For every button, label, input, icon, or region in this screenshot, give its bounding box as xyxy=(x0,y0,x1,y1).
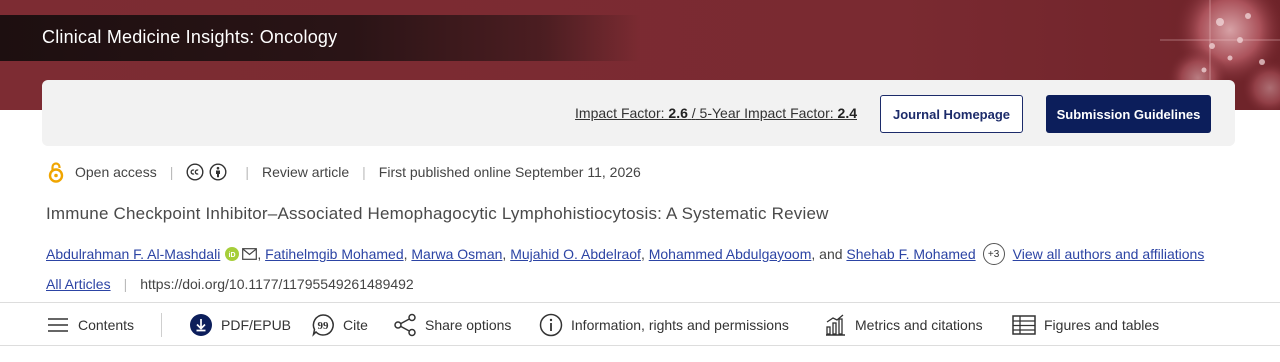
svg-text:iD: iD xyxy=(229,252,236,259)
article-meta-row: Open access | | Review article | First p… xyxy=(46,161,641,183)
information-button[interactable]: Information, rights and permissions xyxy=(539,303,789,347)
download-icon xyxy=(190,314,212,336)
meta-separator: | xyxy=(362,164,366,180)
doi-link[interactable]: https://doi.org/10.1177/1179554926148949… xyxy=(140,276,414,292)
impact-factor-label: Impact Factor: xyxy=(575,105,665,121)
meta-separator: | xyxy=(245,164,249,180)
article-type: Review article xyxy=(262,164,350,180)
share-options-button[interactable]: Share options xyxy=(393,303,511,347)
email-icon[interactable] xyxy=(242,248,258,260)
author-link[interactable]: Mujahid O. Abdelraof xyxy=(510,246,641,262)
bar-chart-icon xyxy=(826,314,845,336)
journal-title[interactable]: Clinical Medicine Insights: Oncology xyxy=(42,27,337,48)
figures-tables-label: Figures and tables xyxy=(1044,317,1160,333)
view-all-authors-link[interactable]: View all authors and affiliations xyxy=(1013,246,1205,262)
pdf-epub-label: PDF/EPUB xyxy=(221,317,292,333)
author-and-text: , and xyxy=(811,246,843,262)
impact-factor-link[interactable]: Impact Factor: 2.6 / 5-Year Impact Facto… xyxy=(575,105,857,121)
article-links-row: All Articles | https://doi.org/10.1177/1… xyxy=(46,274,414,294)
meta-separator: | xyxy=(169,164,174,180)
share-options-label: Share options xyxy=(425,317,512,333)
figures-tables-button[interactable]: Figures and tables xyxy=(1012,303,1159,347)
share-icon xyxy=(394,313,416,337)
all-articles-link[interactable]: All Articles xyxy=(46,276,111,292)
author-separator: , xyxy=(502,246,507,262)
article-title: Immune Checkpoint Inhibitor–Associated H… xyxy=(46,204,829,223)
article-toolbar: Contents PDF/EPUB 99 Cite Share options … xyxy=(0,302,1280,346)
journal-homepage-button[interactable]: Journal Homepage xyxy=(880,95,1023,133)
author-link[interactable]: Abdulrahman F. Al-Mashdali xyxy=(46,246,220,262)
info-icon xyxy=(539,313,563,337)
contents-label: Contents xyxy=(78,317,135,333)
author-link[interactable]: Shehab F. Mohamed xyxy=(846,246,975,262)
orcid-icon[interactable]: iD xyxy=(225,247,240,261)
author-link[interactable]: Fatihelmgib Mohamed xyxy=(265,246,404,262)
creative-commons-icon[interactable] xyxy=(186,163,204,181)
metrics-label: Metrics and citations xyxy=(855,317,983,333)
meta-separator: | xyxy=(123,276,128,292)
svg-text:99: 99 xyxy=(318,320,330,332)
contents-button[interactable]: Contents xyxy=(46,303,134,347)
table-icon xyxy=(1012,315,1036,335)
journal-info-bar: Impact Factor: 2.6 / 5-Year Impact Facto… xyxy=(42,80,1235,146)
open-access-icon xyxy=(48,162,64,183)
author-separator: , xyxy=(403,246,408,262)
more-authors-badge[interactable]: +3 xyxy=(982,243,1005,265)
quote-icon: 99 xyxy=(312,314,334,337)
impact-separator: / xyxy=(691,105,696,121)
author-separator: , xyxy=(640,246,645,262)
publication-date: First published online September 11, 202… xyxy=(378,164,641,180)
five-year-impact-label: 5-Year Impact Factor: xyxy=(699,105,834,121)
impact-factor-value: 2.6 xyxy=(668,105,688,121)
open-access-label: Open access xyxy=(75,164,157,180)
author-list: Abdulrahman F. Al-Mashdali iD , Fatihelm… xyxy=(46,243,1205,265)
author-link[interactable]: Mohammed Abdulgayoom xyxy=(649,246,812,262)
author-separator: , xyxy=(257,246,262,262)
pdf-epub-button[interactable]: PDF/EPUB xyxy=(189,303,291,347)
cite-button[interactable]: 99 Cite xyxy=(311,303,368,347)
metrics-button[interactable]: Metrics and citations xyxy=(823,303,983,347)
toolbar-divider xyxy=(161,313,162,337)
cite-label: Cite xyxy=(343,317,368,333)
information-label: Information, rights and permissions xyxy=(571,317,789,333)
author-link[interactable]: Marwa Osman xyxy=(411,246,502,262)
five-year-impact-value: 2.4 xyxy=(837,105,857,121)
submission-guidelines-button[interactable]: Submission Guidelines xyxy=(1046,95,1211,133)
attribution-icon[interactable] xyxy=(209,163,227,181)
menu-icon xyxy=(48,318,68,332)
